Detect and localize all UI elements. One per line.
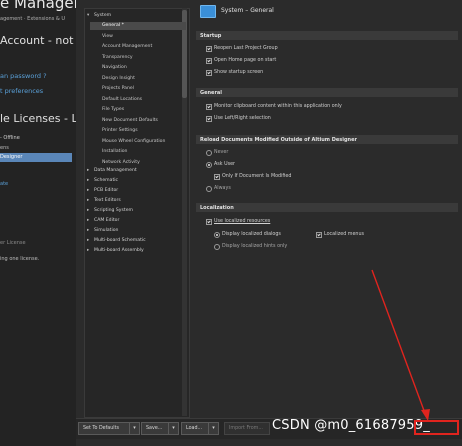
csdn-watermark: CSDN @m0_61687959_ <box>272 418 430 433</box>
section-bar-localization <box>196 203 458 212</box>
use-localized-resources-label: Use localized resources <box>214 219 271 224</box>
only-if-modified-checkbox[interactable] <box>214 174 220 180</box>
tree-item-installation[interactable]: Installation <box>102 149 127 154</box>
collapsed-arrow-icon: ▸ <box>87 168 90 173</box>
section-title-startup: Startup <box>200 33 222 39</box>
tree-node-data-management[interactable]: ▸ Data Management <box>87 168 137 173</box>
annotation-red-box <box>414 420 459 435</box>
section-title-reload: Reload Documents Modified Outside of Alt… <box>200 137 357 143</box>
reload-never-label: Never <box>214 150 229 155</box>
left-right-selection-label: Use Left/Right selection <box>214 116 271 121</box>
tree-node-pcb-editor[interactable]: ▸ PCB Editor <box>87 188 118 193</box>
collapsed-arrow-icon: ▸ <box>87 208 90 213</box>
page-title: System – General <box>221 7 274 14</box>
tree-item-projects-panel[interactable]: Projects Panel <box>102 86 134 91</box>
localized-hints-label: Display localized hints only <box>222 244 288 249</box>
tree-item-general[interactable]: General * <box>102 23 124 28</box>
tree-node-cam-editor[interactable]: ▸ CAM Editor <box>87 218 119 223</box>
collapsed-arrow-icon: ▸ <box>87 198 90 203</box>
only-if-modified-label: Only If Document Is Modified <box>222 174 292 179</box>
system-page-icon <box>200 5 216 18</box>
localized-dialogs-label: Display localized dialogs <box>222 232 281 237</box>
reload-always-radio[interactable] <box>206 186 212 192</box>
collapsed-arrow-icon: ▸ <box>87 228 90 233</box>
tree-item-transparency[interactable]: Transparency <box>102 55 133 60</box>
bg-forgot-password-link[interactable]: an password ? <box>0 72 47 80</box>
tree-node-system[interactable]: ▾ System <box>87 13 111 18</box>
bg-selected-row-label: Designer <box>0 154 23 160</box>
section-title-general: General <box>200 90 222 96</box>
localized-menus-label: Localized menus <box>324 232 365 237</box>
reopen-last-project-checkbox[interactable] <box>206 46 212 52</box>
tree-node-scripting-system[interactable]: ▸ Scripting System <box>87 208 133 213</box>
tree-item-network-activity[interactable]: Network Activity <box>102 160 140 165</box>
left-right-selection-checkbox[interactable] <box>206 116 212 122</box>
tree-item-view[interactable]: View <box>102 34 113 39</box>
open-home-page-checkbox[interactable] <box>206 58 212 64</box>
tree-item-mouse-wheel-configuration[interactable]: Mouse Wheel Configuration <box>102 139 165 144</box>
tree-item-navigation[interactable]: Navigation <box>102 65 127 70</box>
tree-node-schematic[interactable]: ▸ Schematic <box>87 178 118 183</box>
reload-always-label: Always <box>214 186 231 191</box>
show-startup-screen-checkbox[interactable] <box>206 70 212 76</box>
dropdown-arrow-icon[interactable]: ▾ <box>168 423 178 434</box>
tree-item-printer-settings[interactable]: Printer Settings <box>102 128 138 133</box>
tree-item-default-locations[interactable]: Default Locations <box>102 97 142 102</box>
tree-node-text-editors[interactable]: ▸ Text Editors <box>87 198 121 203</box>
bg-breadcrumb[interactable]: agement · Extensions & U <box>0 16 65 22</box>
section-title-localization: Localization <box>200 205 234 211</box>
open-home-page-label: Open Home page on start <box>214 58 277 63</box>
localized-menus-checkbox[interactable] <box>316 232 322 238</box>
bg-offline-label: - Offline <box>0 135 20 141</box>
expanded-arrow-icon: ▾ <box>87 13 90 18</box>
bg-use-license-text: ing one license. <box>0 256 40 262</box>
collapsed-arrow-icon: ▸ <box>87 178 90 183</box>
set-to-defaults-button[interactable]: Set To Defaults ▾ <box>78 422 140 435</box>
tree-item-account-management[interactable]: Account Management <box>102 44 152 49</box>
section-bar-general <box>196 88 458 97</box>
localized-hints-radio[interactable] <box>214 244 220 250</box>
bg-license-label: er License <box>0 240 26 246</box>
reload-ask-user-label: Ask User <box>214 162 236 167</box>
dropdown-arrow-icon[interactable]: ▾ <box>129 423 139 434</box>
collapsed-arrow-icon: ▸ <box>87 238 90 243</box>
preferences-tree <box>84 8 190 418</box>
save-button[interactable]: Save... ▾ <box>141 422 179 435</box>
tree-node-multi-board-schematic[interactable]: ▸ Multi-board Schematic <box>87 238 146 243</box>
tree-node-simulation[interactable]: ▸ Simulation <box>87 228 118 233</box>
bg-activate-link[interactable]: ate <box>0 181 8 187</box>
monitor-clipboard-label: Monitor clipboard content within this ap… <box>214 104 342 109</box>
tree-item-design-insight[interactable]: Design Insight <box>102 76 135 81</box>
tree-item-new-document-defaults[interactable]: New Document Defaults <box>102 118 158 123</box>
reopen-last-project-label: Reopen Last Project Group <box>214 46 278 51</box>
collapsed-arrow-icon: ▸ <box>87 248 90 253</box>
background-app-panel <box>0 0 76 446</box>
section-bar-startup <box>196 31 458 40</box>
load-button[interactable]: Load... ▾ <box>181 422 219 435</box>
show-startup-screen-label: Show startup screen <box>214 70 264 75</box>
tree-node-multi-board-assembly[interactable]: ▸ Multi-board Assembly <box>87 248 144 253</box>
reload-never-radio[interactable] <box>206 150 212 156</box>
reload-ask-user-radio[interactable] <box>206 162 212 168</box>
bg-preferences-link[interactable]: t preferences <box>0 87 43 95</box>
import-from-button[interactable]: Import From... <box>224 422 270 435</box>
collapsed-arrow-icon: ▸ <box>87 218 90 223</box>
localized-dialogs-radio[interactable] <box>214 232 220 238</box>
monitor-clipboard-checkbox[interactable] <box>206 104 212 110</box>
collapsed-arrow-icon: ▸ <box>87 188 90 193</box>
tree-item-file-types[interactable]: File Types <box>102 107 124 112</box>
dropdown-arrow-icon[interactable]: ▾ <box>208 423 218 434</box>
bg-app-title: e Managem <box>0 0 89 12</box>
use-localized-resources-checkbox[interactable] <box>206 219 212 225</box>
bg-license-row[interactable]: ens <box>0 145 9 151</box>
